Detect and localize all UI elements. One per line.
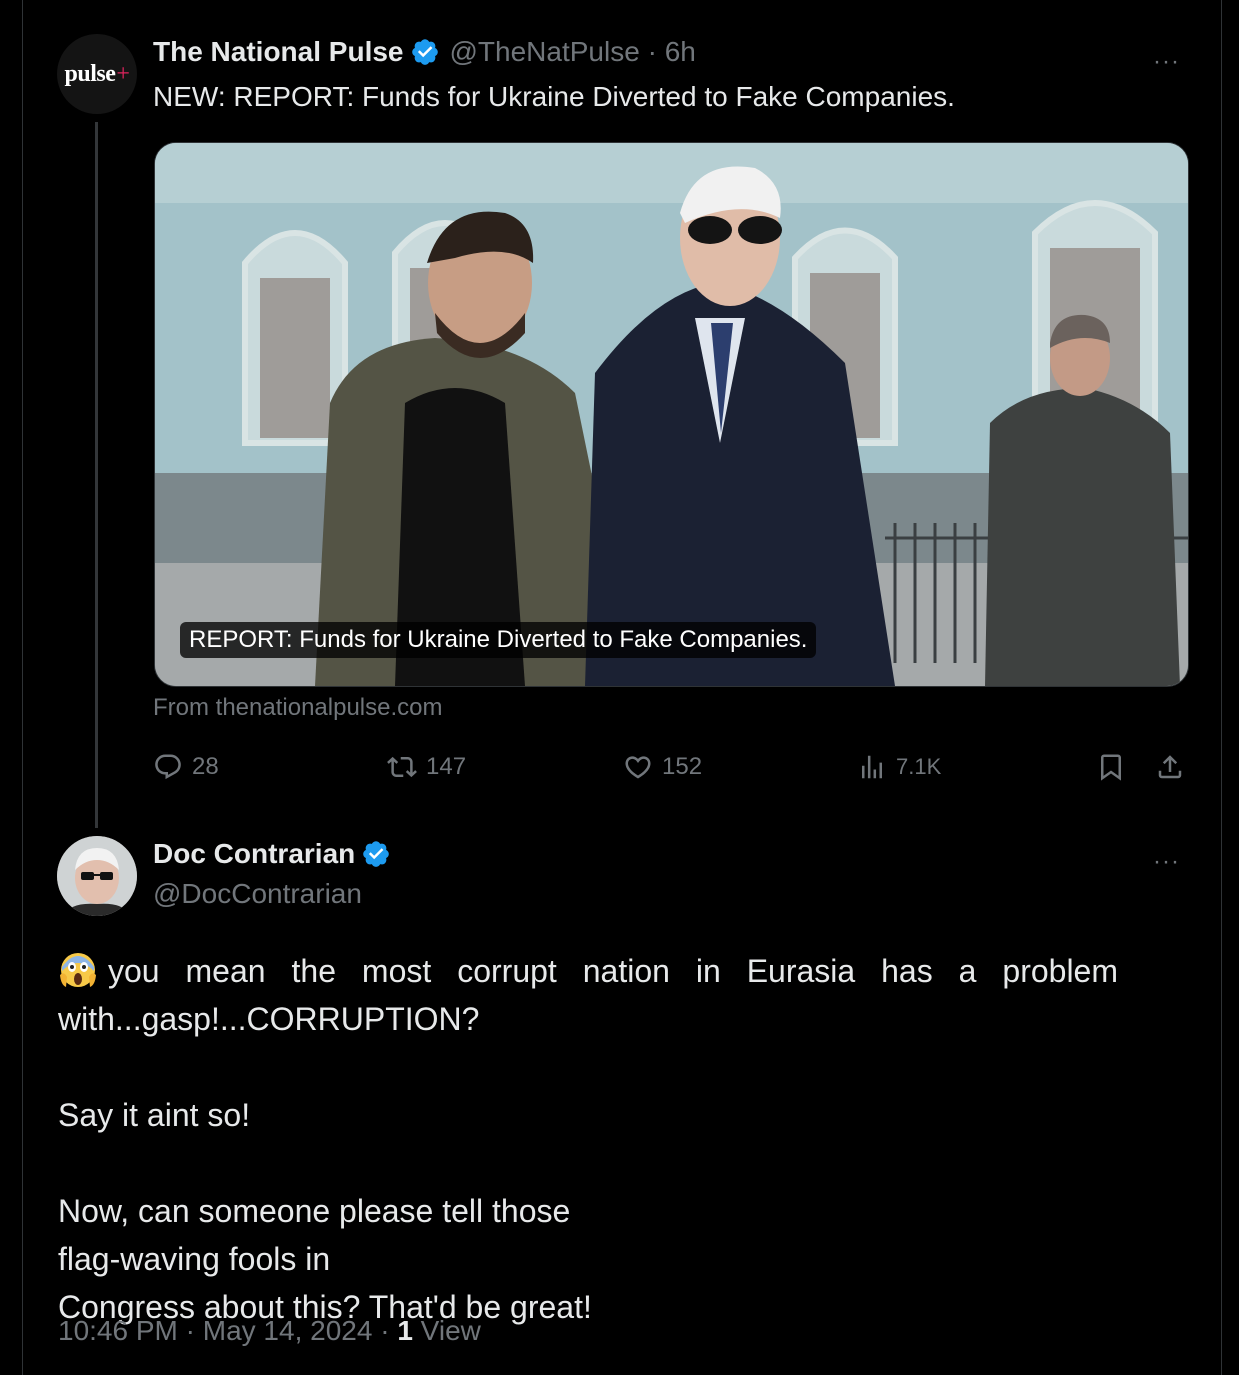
column-border-left bbox=[22, 0, 23, 1375]
verified-badge-icon bbox=[411, 39, 438, 65]
author-name[interactable]: The National Pulse bbox=[153, 36, 404, 67]
tweet1-header: The National Pulse @TheNatPulse · 6h bbox=[153, 36, 696, 68]
card-image bbox=[155, 143, 1188, 686]
tweet2-line: Say it aint so! bbox=[58, 1097, 251, 1133]
share-icon bbox=[1158, 755, 1182, 779]
link-card[interactable]: REPORT: Funds for Ukraine Diverted to Fa… bbox=[154, 142, 1189, 687]
views-label: View bbox=[420, 1315, 481, 1346]
tweet-time[interactable]: 6h bbox=[665, 36, 696, 67]
reply-icon bbox=[155, 754, 181, 780]
author-name[interactable]: Doc Contrarian bbox=[153, 838, 355, 869]
thread-connector-line bbox=[95, 122, 98, 828]
tweet2-header: Doc Contrarian bbox=[153, 838, 391, 870]
meta-separator: · bbox=[185, 1315, 195, 1346]
tweet2-line: Now, can someone please tell those bbox=[58, 1187, 1118, 1235]
more-icon[interactable]: ··· bbox=[1153, 848, 1180, 876]
like-count: 152 bbox=[662, 753, 703, 780]
bookmark-icon bbox=[1101, 754, 1121, 781]
tweet2-line: with...gasp!...CORRUPTION? bbox=[58, 1001, 480, 1037]
views-count: 7.1K bbox=[896, 754, 942, 779]
avatar-logo: pulse+ bbox=[64, 60, 130, 87]
ukraine-flag-emoji bbox=[588, 1196, 630, 1226]
column-border-right bbox=[1221, 0, 1222, 1375]
retweet-count: 147 bbox=[426, 753, 467, 780]
views-button[interactable]: 7.1K bbox=[857, 752, 941, 782]
author-handle[interactable]: @DocContrarian bbox=[153, 878, 362, 910]
verified-badge-icon bbox=[363, 841, 390, 867]
views-icon bbox=[862, 755, 882, 779]
avatar-national-pulse[interactable]: pulse+ bbox=[57, 34, 137, 114]
author-handle[interactable]: @TheNatPulse bbox=[450, 36, 640, 67]
bookmark-button[interactable] bbox=[1096, 752, 1126, 782]
retweet-icon bbox=[387, 756, 417, 778]
share-button[interactable] bbox=[1155, 752, 1185, 782]
tweet2-text: you mean the most corrupt nation in Eura… bbox=[58, 947, 1118, 1331]
tweet2-time[interactable]: 10:46 PM bbox=[58, 1315, 178, 1346]
meta-separator: · bbox=[380, 1315, 390, 1346]
tweet1-text: NEW: REPORT: Funds for Ukraine Diverted … bbox=[153, 81, 955, 112]
tweet2-meta: 10:46 PM · May 14, 2024 · 1 View bbox=[58, 1315, 481, 1347]
avatar-image bbox=[57, 836, 137, 916]
tweet2-date[interactable]: May 14, 2024 bbox=[203, 1315, 373, 1346]
reply-count: 28 bbox=[192, 753, 219, 780]
more-icon[interactable]: ··· bbox=[1153, 48, 1180, 76]
action-bar: 28 147 152 7.1K bbox=[153, 752, 1188, 792]
like-button[interactable]: 152 bbox=[623, 752, 702, 782]
card-source[interactable]: From thenationalpulse.com bbox=[153, 694, 442, 722]
views-count: 1 bbox=[397, 1315, 413, 1346]
retweet-button[interactable]: 147 bbox=[387, 752, 466, 782]
header-separator: · bbox=[647, 36, 657, 67]
face-screaming-emoji bbox=[60, 953, 96, 987]
reply-button[interactable]: 28 bbox=[153, 752, 219, 782]
tweet2-line: you mean the most corrupt nation in Eura… bbox=[58, 947, 1118, 995]
card-caption: REPORT: Funds for Ukraine Diverted to Fa… bbox=[180, 622, 817, 658]
avatar-doc-contrarian[interactable] bbox=[57, 836, 137, 916]
like-icon bbox=[625, 756, 651, 779]
